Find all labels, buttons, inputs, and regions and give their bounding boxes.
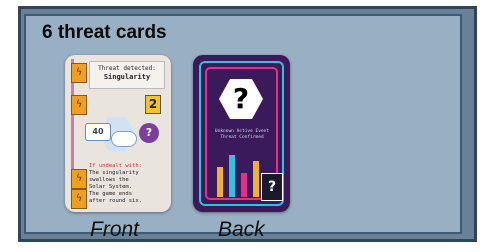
card-body-heading: If undealt with: xyxy=(89,163,142,169)
circuit-bar xyxy=(217,167,223,197)
front-caption: Front xyxy=(90,218,140,241)
threat-card-back: ? Unknown Active Event Threat Confirmed … xyxy=(193,55,290,212)
card-back-tag: Unknown Active Event Threat Confirmed xyxy=(211,129,273,141)
card-body-line: The game ends xyxy=(89,191,133,197)
card-body-line: after round six. xyxy=(89,198,142,204)
value-badge: 40 xyxy=(85,123,111,141)
question-ring-icon: ? xyxy=(139,123,159,143)
lightning-icon: ϟ xyxy=(71,95,87,115)
circuit-bar xyxy=(241,173,247,197)
circuit-bar xyxy=(229,155,235,197)
card-title: Singularity xyxy=(103,73,151,81)
card-number: 2 xyxy=(145,95,161,114)
lightning-icon: ϟ xyxy=(71,189,87,209)
threat-card-front: Threat detected: Singularity ϟ ϟ 2 40 ? … xyxy=(65,55,171,212)
question-mark-icon: ? xyxy=(261,173,283,201)
card-body-line: swallows the xyxy=(89,177,129,183)
card-back-tag-line2: Threat Confirmed xyxy=(220,135,264,140)
card-body-line: The singularity xyxy=(89,170,139,176)
cloud-icon xyxy=(111,131,137,147)
card-header-line1: Threat detected: xyxy=(98,65,156,72)
card-body-text: If undealt with: The singularity swallow… xyxy=(89,163,165,209)
lightning-icon: ϟ xyxy=(71,169,87,189)
lightning-icon: ϟ xyxy=(71,63,87,83)
card-body-line: Solar System. xyxy=(89,184,133,190)
card-header: Threat detected: Singularity xyxy=(89,61,165,89)
section-heading: 6 threat cards xyxy=(42,22,167,43)
back-caption: Back xyxy=(218,218,265,241)
circuit-bar xyxy=(253,161,259,197)
